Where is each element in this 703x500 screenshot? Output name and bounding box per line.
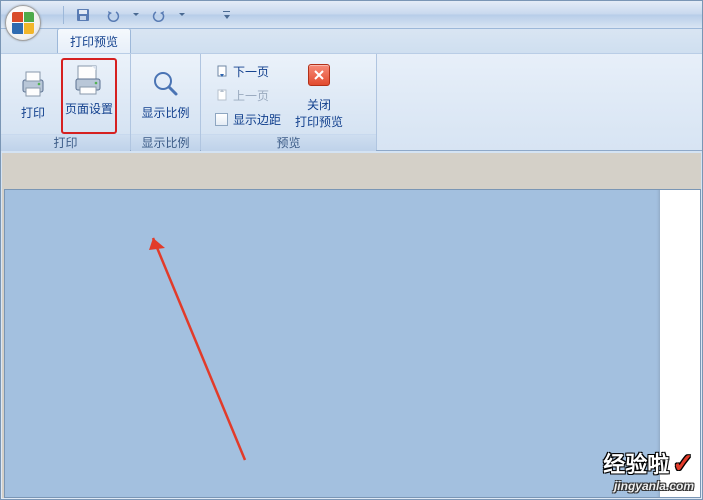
redo-icon — [151, 7, 167, 23]
close-label-1: 关闭 — [307, 96, 331, 113]
watermark-url: jingyanla.com — [603, 479, 694, 493]
checkmark-icon: ✓ — [672, 448, 694, 479]
watermark: 经验啦 ✓ jingyanla.com — [603, 447, 694, 493]
ribbon: 打印 页面设置 打印 — [1, 53, 702, 151]
group-zoom-title: 显示比例 — [131, 134, 200, 151]
zoom-label: 显示比例 — [141, 106, 189, 120]
show-margins-checkbox[interactable]: 显示边距 — [211, 108, 285, 130]
group-print-title: 打印 — [1, 134, 130, 151]
app-window: 打印预览 打印 — [0, 0, 703, 500]
redo-dropdown[interactable] — [178, 13, 186, 16]
prev-page-label: 上一页 — [233, 87, 269, 104]
group-zoom: 显示比例 显示比例 — [131, 54, 201, 150]
title-bar — [1, 1, 702, 29]
group-preview-title: 预览 — [201, 134, 376, 151]
zoom-button[interactable]: 显示比例 — [135, 58, 196, 134]
office-logo-icon — [5, 5, 41, 41]
qat-customize-dropdown[interactable] — [222, 10, 230, 20]
next-page-icon — [215, 64, 229, 78]
ribbon-tab-row: 打印预览 — [1, 29, 702, 53]
tab-print-preview[interactable]: 打印预览 — [57, 28, 131, 53]
print-label: 打印 — [21, 106, 45, 120]
close-icon — [308, 64, 330, 86]
preview-surface[interactable] — [4, 189, 701, 498]
save-icon — [75, 7, 91, 23]
watermark-text: 经验啦 — [603, 447, 669, 479]
save-button[interactable] — [72, 4, 94, 26]
undo-button[interactable] — [102, 4, 124, 26]
next-page-button[interactable]: 下一页 — [211, 60, 285, 82]
magnifier-icon — [150, 68, 182, 100]
group-print: 打印 页面设置 打印 — [1, 54, 131, 150]
office-button[interactable] — [1, 1, 45, 29]
printer-icon — [17, 68, 49, 100]
redo-button[interactable] — [148, 4, 170, 26]
prev-page-icon — [215, 88, 229, 102]
separator — [63, 6, 64, 24]
group-preview: 下一页 上一页 显示边距 — [201, 54, 377, 150]
page-setup-label: 页面设置 — [65, 102, 113, 116]
page-setup-button[interactable]: 页面设置 — [61, 58, 117, 134]
next-page-label: 下一页 — [233, 63, 269, 80]
caret-down-icon — [179, 13, 185, 16]
quick-access-toolbar — [63, 1, 230, 28]
annotation-arrow-icon — [125, 220, 285, 480]
undo-icon — [105, 7, 121, 23]
content-area — [2, 153, 701, 498]
page-setup-icon — [72, 63, 106, 97]
preview-nav: 下一页 上一页 显示边距 — [205, 58, 291, 134]
close-preview-button[interactable]: 关闭 打印预览 — [291, 58, 347, 134]
prev-page-button: 上一页 — [211, 84, 285, 106]
checkbox-icon — [215, 113, 228, 126]
print-button[interactable]: 打印 — [5, 58, 61, 134]
close-label-2: 打印预览 — [295, 113, 343, 130]
customize-icon — [222, 10, 230, 20]
show-margins-label: 显示边距 — [233, 111, 281, 128]
undo-dropdown[interactable] — [132, 13, 140, 16]
caret-down-icon — [133, 13, 139, 16]
